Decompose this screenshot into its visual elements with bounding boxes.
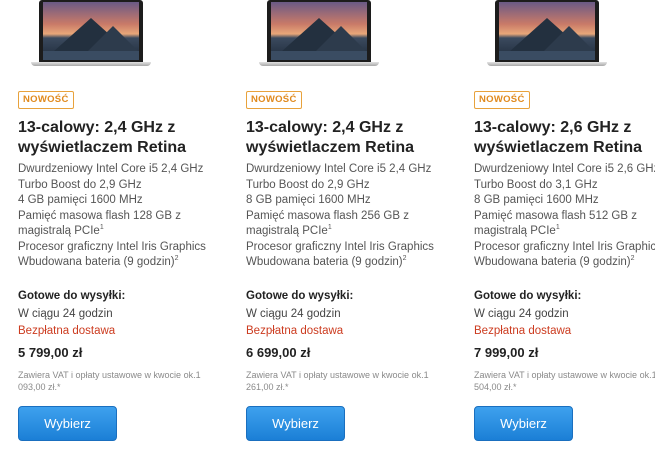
spec-item: Procesor graficzny Intel Iris Graphics [474,240,655,253]
select-button[interactable]: Wybierz [246,406,345,441]
spec-item: Turbo Boost do 3,1 GHz [474,178,598,191]
spec-item: Dwurdzeniowy Intel Core i5 2,6 GHz [474,163,655,175]
spec-item: 4 GB pamięci 1600 MHz [18,194,143,206]
select-button[interactable]: Wybierz [474,406,573,441]
product-card: NOWOŚĆ 13-calowy: 2,4 GHz z wyświetlacze… [246,0,451,450]
product-card: NOWOŚĆ 13-calowy: 2,4 GHz z wyświetlacze… [18,0,223,450]
spec-item: magistralą PCIe1 [474,224,560,237]
spec-item: Pamięć masowa flash 128 GB z [18,209,181,222]
footnote-marker[interactable]: 1 [328,224,332,231]
macbook-pro-retina-image[interactable] [487,0,607,67]
spec-item: Pamięć masowa flash 256 GB z [246,209,409,222]
shipping-time: W ciągu 24 godzin [474,308,569,320]
free-delivery-text: Bezpłatna dostawa [474,325,572,337]
shipping-label: Gotowe do wysyłki: [246,290,354,302]
footnote-marker[interactable]: 1 [100,224,104,231]
spec-item: Wbudowana bateria (9 godzin)2 [474,255,635,268]
vat-note: Zawiera VAT i opłaty ustawowe w kwocie o… [18,370,201,392]
spec-item: Turbo Boost do 2,9 GHz [18,178,142,191]
spec-item: Procesor graficzny Intel Iris Graphics [18,240,206,253]
new-badge: NOWOŚĆ [474,91,530,109]
new-badge: NOWOŚĆ [246,91,302,109]
spec-item: 8 GB pamięci 1600 MHz [246,194,371,206]
spec-list: Dwurdzeniowy Intel Core i5 2,4 GHz Turbo… [246,162,456,271]
spec-item: Dwurdzeniowy Intel Core i5 2,4 GHz [246,163,432,175]
shipping-time: W ciągu 24 godzin [246,308,341,320]
spec-item: magistralą PCIe1 [246,224,332,237]
price: 7 999,00 zł [474,345,539,360]
shipping-label: Gotowe do wysyłki: [18,290,126,302]
product-title: 13-calowy: 2,4 GHz z wyświetlaczem Retin… [18,119,187,156]
spec-list: Dwurdzeniowy Intel Core i5 2,6 GHz Turbo… [474,162,655,271]
spec-list: Dwurdzeniowy Intel Core i5 2,4 GHz Turbo… [18,162,228,271]
footnote-marker[interactable]: 1 [556,224,560,231]
spec-item: Procesor graficzny Intel Iris Graphics [246,240,434,253]
spec-item: Pamięć masowa flash 512 GB z [474,209,637,222]
spec-item: magistralą PCIe1 [18,224,104,237]
vat-note: Zawiera VAT i opłaty ustawowe w kwocie o… [474,370,655,392]
product-card: NOWOŚĆ 13-calowy: 2,6 GHz z wyświetlacze… [474,0,655,450]
vat-note: Zawiera VAT i opłaty ustawowe w kwocie o… [246,370,429,392]
footnote-marker[interactable]: 2 [175,255,179,262]
select-button[interactable]: Wybierz [18,406,117,441]
product-title: 13-calowy: 2,4 GHz z wyświetlaczem Retin… [246,119,415,156]
footnote-marker[interactable]: 2 [403,255,407,262]
free-delivery-text: Bezpłatna dostawa [246,325,344,337]
spec-item: Dwurdzeniowy Intel Core i5 2,4 GHz [18,163,204,175]
product-title: 13-calowy: 2,6 GHz z wyświetlaczem Retin… [474,119,643,156]
price: 6 699,00 zł [246,345,311,360]
shipping-label: Gotowe do wysyłki: [474,290,582,302]
macbook-pro-retina-image[interactable] [259,0,379,67]
spec-item: 8 GB pamięci 1600 MHz [474,194,599,206]
price: 5 799,00 zł [18,345,83,360]
free-delivery-text: Bezpłatna dostawa [18,325,116,337]
footnote-marker[interactable]: 2 [631,255,635,262]
new-badge: NOWOŚĆ [18,91,74,109]
spec-item: Wbudowana bateria (9 godzin)2 [18,255,179,268]
macbook-pro-retina-image[interactable] [31,0,151,67]
spec-item: Wbudowana bateria (9 godzin)2 [246,255,407,268]
shipping-time: W ciągu 24 godzin [18,308,113,320]
spec-item: Turbo Boost do 2,9 GHz [246,178,370,191]
